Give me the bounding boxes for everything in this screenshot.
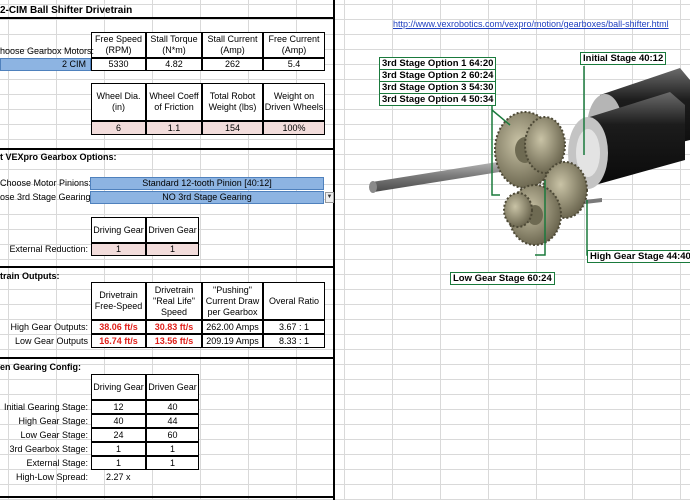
gear-row-label: Low Gear Stage: xyxy=(20,430,88,440)
high-free-speed: 38.06 ft/s xyxy=(91,320,146,334)
out-header-current: "Pushing" Current Draw per Gearbox xyxy=(202,282,263,320)
gear-driven-value: 1 xyxy=(146,442,199,456)
outputs-section-label: train Outputs: xyxy=(0,271,60,281)
gear-header-driven: Driven Gear xyxy=(146,374,199,400)
gear-row-label: Initial Gearing Stage: xyxy=(3,402,88,412)
low-gear-label: Low Gear Outputs xyxy=(14,336,88,346)
motor-stall-current-value: 262 xyxy=(202,58,263,71)
section-divider xyxy=(0,148,335,150)
gear-row-label: 3rd Gearbox Stage: xyxy=(9,444,88,454)
out-header-real-speed: Drivetrain "Real Life" Speed xyxy=(146,282,202,320)
ext-header-driving: Driving Gear xyxy=(91,217,146,243)
callout-initial-stage: Initial Stage 40:12 xyxy=(580,52,667,65)
motor-free-speed-value: 5330 xyxy=(91,58,146,71)
high-gear-label: High Gear Outputs: xyxy=(10,322,88,332)
motor-free-current-value: 5.4 xyxy=(263,58,325,71)
motor-header-free-speed: Free Speed (RPM) xyxy=(91,32,146,58)
wheel-header-weight: Total Robot Weight (lbs) xyxy=(202,83,263,121)
options-section-label: t VEXpro Gearbox Options: xyxy=(0,152,117,162)
ext-driving-input[interactable]: 1 xyxy=(91,243,146,256)
gearbox-link[interactable]: http://www.vexrobotics.com/vexpro/motion… xyxy=(393,19,669,29)
gear-driven-value: 44 xyxy=(146,414,199,428)
pinion-label: Choose Motor Pinions: xyxy=(0,178,92,188)
wheel-friction-input[interactable]: 1.1 xyxy=(146,121,202,135)
ext-header-driven: Driven Gear xyxy=(146,217,199,243)
sheet-title: 2-CIM Ball Shifter Drivetrain xyxy=(0,5,133,16)
motor-header-stall-current: Stall Current (Amp) xyxy=(202,32,263,58)
robot-weight-input[interactable]: 154 xyxy=(202,121,263,135)
gear-row-label: High Gear Stage: xyxy=(18,416,88,426)
wheel-header-diameter: Wheel Dia. (in) xyxy=(91,83,146,121)
callout-high-gear-stage: High Gear Stage 44:40 xyxy=(587,250,690,263)
gear-driving-value: 12 xyxy=(91,400,146,414)
callout-low-gear-stage: Low Gear Stage 60:24 xyxy=(450,272,555,285)
section-divider xyxy=(0,496,335,498)
pinion-dropdown[interactable]: Standard 12-tooth Pinion [40:12] xyxy=(90,177,324,190)
callout-3rd-stage-4: 3rd Stage Option 4 50:34 xyxy=(379,93,497,106)
high-current: 262.00 Amps xyxy=(202,320,263,334)
ext-driven-input[interactable]: 1 xyxy=(146,243,199,256)
motor-header-stall-torque: Stall Torque (N*m) xyxy=(146,32,202,58)
high-real-speed: 30.83 ft/s xyxy=(146,320,202,334)
wheel-header-friction: Wheel Coeff of Friction xyxy=(146,83,202,121)
out-header-free-speed: Drivetrain Free-Speed xyxy=(91,282,146,320)
column-divider xyxy=(333,0,335,500)
motor-select[interactable]: 2 CIM xyxy=(0,58,91,71)
low-ratio: 8.33 : 1 xyxy=(263,334,325,348)
spread-value: 2.27 x xyxy=(106,472,131,482)
wheel-header-driven-weight: Weight on Driven Wheels xyxy=(263,83,325,121)
ext-reduction-label: External Reduction: xyxy=(9,244,88,254)
high-ratio: 3.67 : 1 xyxy=(263,320,325,334)
section-divider xyxy=(0,266,335,268)
chevron-down-icon[interactable]: ▼ xyxy=(325,192,334,203)
gear-driven-value: 60 xyxy=(146,428,199,442)
driven-weight-input[interactable]: 100% xyxy=(263,121,325,135)
motor-select-label: hoose Gearbox Motors: xyxy=(0,46,95,56)
stage3-label: ose 3rd Stage Gearing: xyxy=(0,192,94,202)
gear-driving-value: 1 xyxy=(91,442,146,456)
low-free-speed: 16.74 ft/s xyxy=(91,334,146,348)
section-divider xyxy=(0,17,335,19)
motor-stall-torque-value: 4.82 xyxy=(146,58,202,71)
gearing-section-label: en Gearing Config: xyxy=(0,362,81,372)
low-real-speed: 13.56 ft/s xyxy=(146,334,202,348)
gear-driving-value: 24 xyxy=(91,428,146,442)
gear-header-driving: Driving Gear xyxy=(91,374,146,400)
gear-driving-value: 40 xyxy=(91,414,146,428)
out-header-ratio: Overal Ratio xyxy=(263,282,325,320)
section-divider xyxy=(0,357,335,359)
spread-label: High-Low Spread: xyxy=(15,472,88,482)
gear-row-label: External Stage: xyxy=(26,458,88,468)
wheel-diameter-input[interactable]: 6 xyxy=(91,121,146,135)
gear-driven-value: 1 xyxy=(146,456,199,470)
motor-header-free-current: Free Current (Amp) xyxy=(263,32,325,58)
low-current: 209.19 Amps xyxy=(202,334,263,348)
gear-driven-value: 40 xyxy=(146,400,199,414)
stage3-dropdown[interactable]: NO 3rd Stage Gearing xyxy=(90,191,324,204)
gear-driving-value: 1 xyxy=(91,456,146,470)
